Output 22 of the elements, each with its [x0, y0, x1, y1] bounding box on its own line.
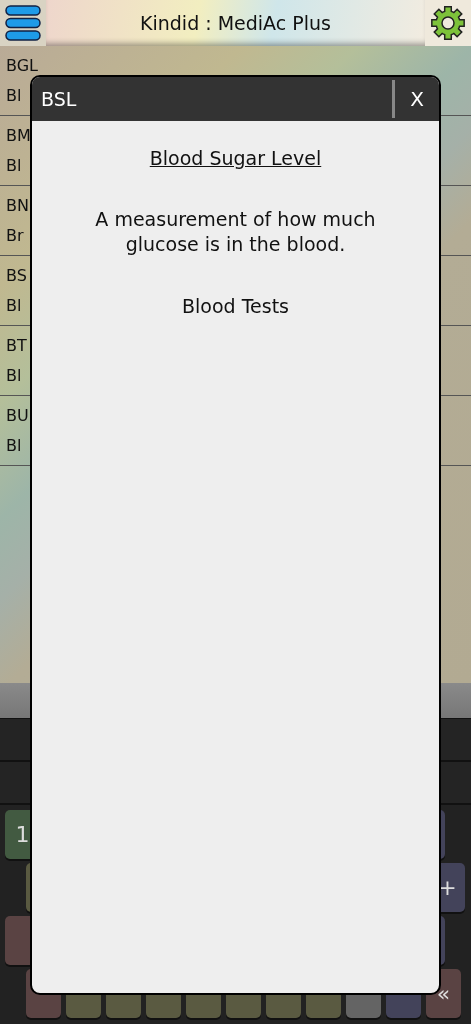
row-name: Bl: [6, 84, 22, 107]
menu-button[interactable]: [0, 0, 46, 46]
menu-icon: [5, 4, 41, 42]
definition-text: A measurement of how much glucose is in the blood.: [94, 207, 377, 257]
row-name: Bl: [6, 364, 22, 387]
dialog-title: BSL: [40, 88, 78, 110]
row-name: Bl: [6, 154, 22, 177]
row-name: Br: [6, 224, 24, 247]
category-text: Blood Tests: [182, 295, 289, 317]
settings-icon: [430, 5, 466, 41]
row-code: BT: [6, 334, 27, 357]
row-code: BM: [6, 124, 31, 147]
row-code: BS: [6, 264, 27, 287]
row-name: Bl: [6, 434, 22, 457]
close-button[interactable]: X: [395, 77, 439, 121]
settings-button[interactable]: [425, 0, 471, 46]
term-title: Blood Sugar Level: [149, 147, 322, 169]
app-title: Kindid : MediAc Plus: [46, 0, 425, 46]
row-code: BGL: [6, 54, 38, 77]
row-code: BN: [6, 194, 29, 217]
row-name: Bl: [6, 294, 22, 317]
row-code: BU: [6, 404, 29, 427]
